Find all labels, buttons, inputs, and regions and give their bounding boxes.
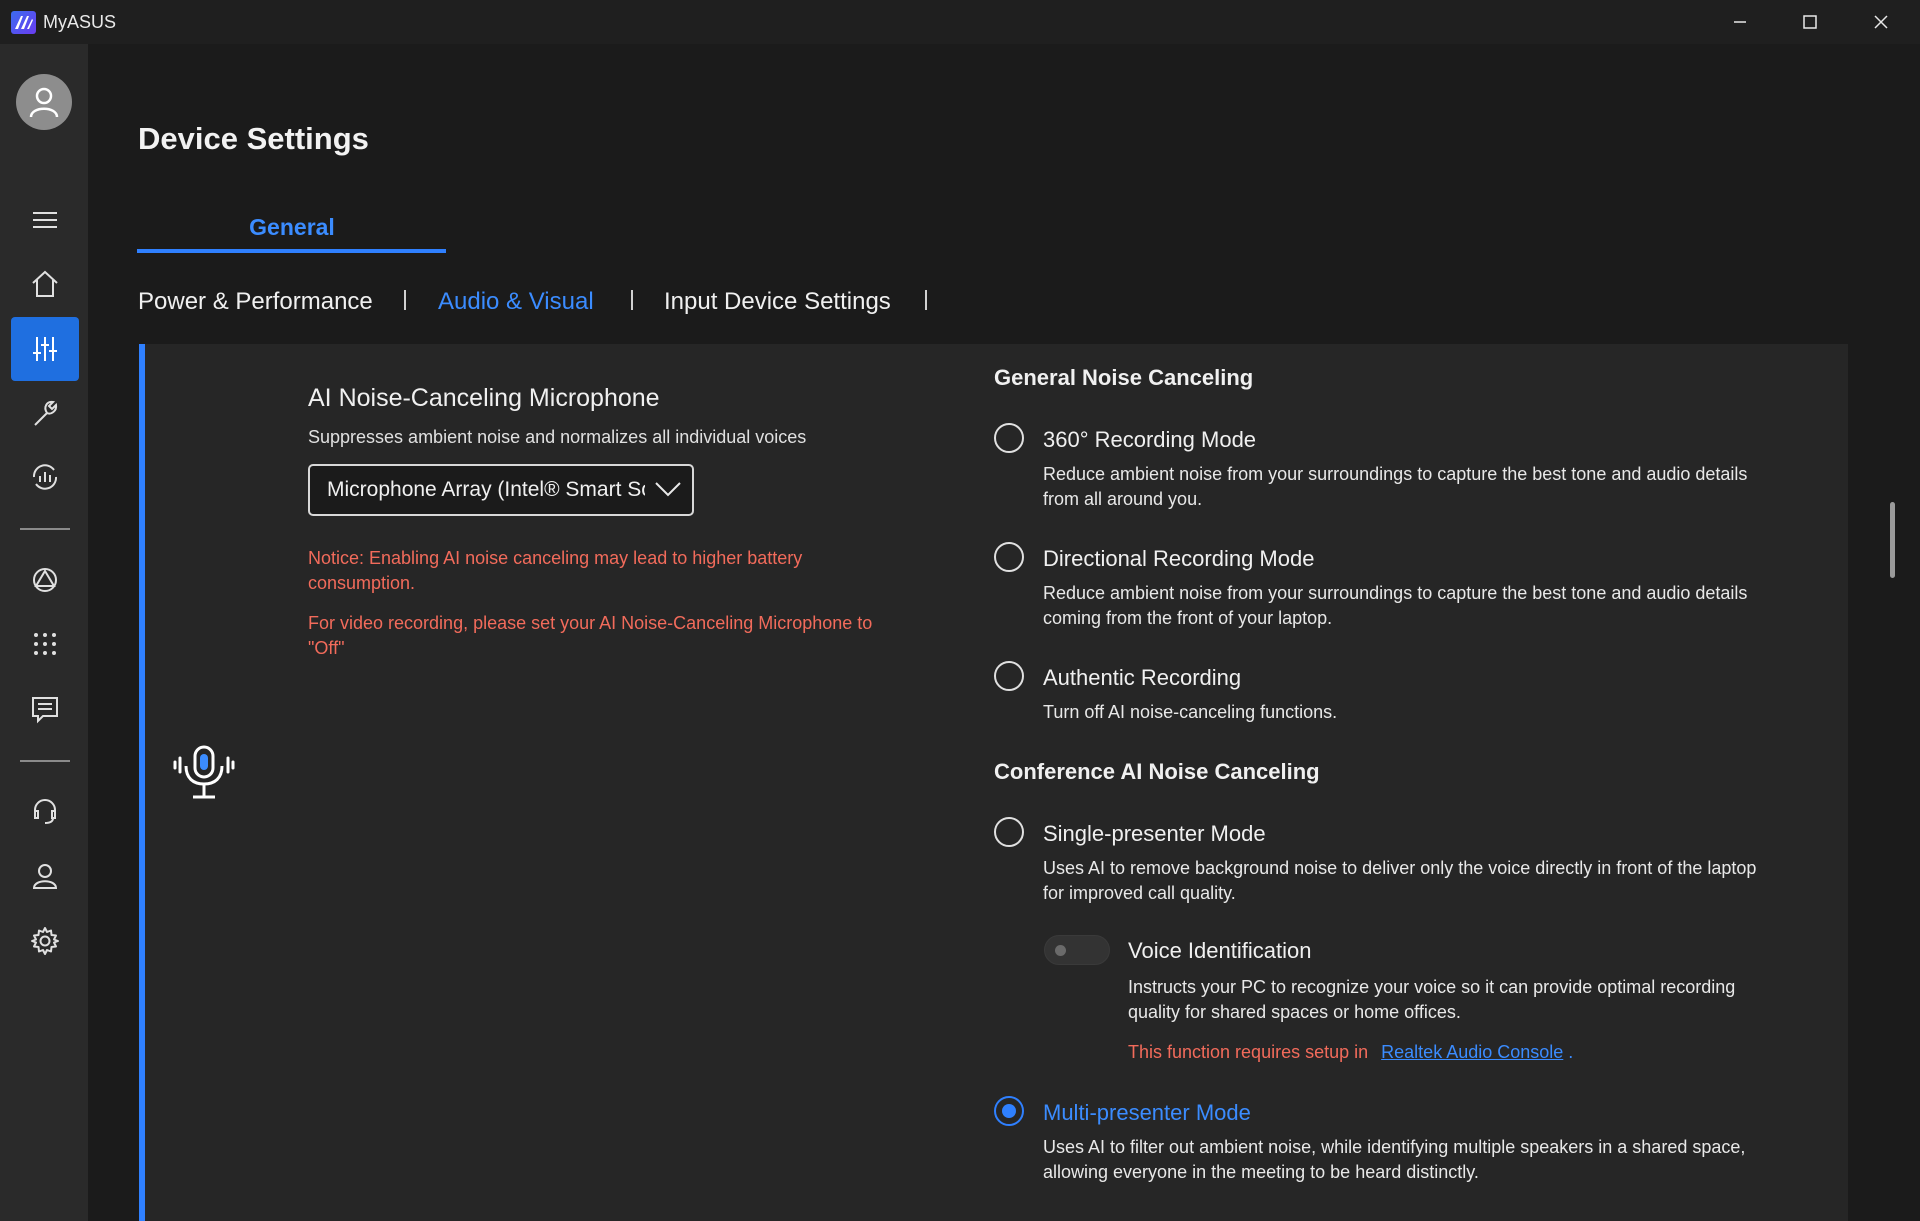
wrench-icon (34, 400, 58, 426)
sidebar-item-apps[interactable] (11, 612, 79, 676)
window-title: MyASUS (43, 12, 117, 32)
sidebar-item-diagnosis[interactable] (11, 445, 79, 509)
option-authentic-label: Authentic Recording (1043, 665, 1242, 690)
sidebar-divider (20, 760, 70, 762)
scrollbar-thumb[interactable] (1890, 502, 1895, 578)
option-directional-desc: Reduce ambient noise from your surroundi… (1043, 583, 1748, 628)
subtab-separator (631, 290, 633, 310)
setup-requirement-text: This function requires setup in (1128, 1042, 1369, 1062)
page-title: Device Settings (138, 121, 369, 156)
diagnosis-icon (32, 464, 58, 490)
link-icon (33, 568, 57, 592)
panel-accent-bar (139, 344, 145, 1221)
option-authentic-desc: Turn off AI noise-canceling functions. (1043, 702, 1338, 722)
microphone-select[interactable]: Microphone Array (Intel® Smart Sound Tec… (308, 464, 694, 516)
sidebar-item-device-settings[interactable] (11, 317, 79, 381)
conference-noise-canceling-heading: Conference AI Noise Canceling (994, 759, 1320, 784)
option-multi-presenter-desc: Uses AI to filter out ambient noise, whi… (1043, 1137, 1746, 1182)
sidebar-item-user[interactable] (11, 844, 79, 908)
myasus-logo-icon (11, 11, 36, 34)
subtab-separator (404, 290, 406, 310)
user-icon (32, 864, 58, 889)
subtab-audio-visual[interactable]: Audio & Visual (438, 288, 594, 316)
news-icon (32, 697, 58, 724)
avatar-icon (29, 87, 59, 118)
sidebar-divider (20, 528, 70, 530)
sidebar-item-link[interactable] (11, 548, 79, 612)
setup-requirement-end: . (1568, 1042, 1574, 1062)
microphone-icon (173, 742, 235, 809)
microphone-select-value: Microphone Array (Intel® Smart Sound Tec… (327, 478, 645, 501)
menu-icon (33, 212, 57, 228)
subtab-power-performance[interactable]: Power & Performance (138, 288, 373, 316)
tab-general[interactable]: General (138, 214, 446, 241)
avatar[interactable] (16, 74, 72, 130)
sidebar-item-support[interactable] (11, 779, 79, 843)
general-noise-canceling-heading: General Noise Canceling (994, 365, 1254, 390)
sidebar-item-home[interactable] (11, 252, 79, 316)
option-360-desc: Reduce ambient noise from your surroundi… (1043, 464, 1748, 509)
settings-icon (31, 927, 59, 955)
option-single-presenter-label: Single-presenter Mode (1043, 821, 1266, 846)
radio-multi-presenter[interactable] (994, 1096, 1024, 1126)
maximize-button[interactable] (1775, 0, 1845, 44)
tab-underline (137, 249, 446, 253)
chevron-down-icon (655, 482, 681, 497)
option-360-label: 360° Recording Mode (1043, 427, 1257, 452)
minimize-button[interactable] (1705, 0, 1775, 44)
sidebar-item-news[interactable] (11, 677, 79, 741)
support-icon (34, 799, 56, 824)
voice-identification-label: Voice Identification (1128, 938, 1312, 963)
feature-title: AI Noise-Canceling Microphone (308, 384, 660, 412)
home-icon (32, 270, 58, 297)
toggle-knob (1055, 945, 1066, 956)
option-single-presenter-desc: Uses AI to remove background noise to de… (1043, 858, 1757, 903)
title-bar: MyASUS (0, 0, 1920, 44)
radio-authentic-recording[interactable] (994, 661, 1024, 691)
subtab-separator (925, 290, 927, 310)
battery-notice: Notice: Enabling AI noise canceling may … (308, 548, 803, 593)
radio-360-recording[interactable] (994, 423, 1024, 453)
sliders-icon (33, 337, 57, 361)
menu-button[interactable] (11, 188, 79, 252)
apps-grid-icon (34, 633, 56, 655)
voice-identification-desc: Instructs your PC to recognize your voic… (1128, 977, 1736, 1022)
close-button[interactable] (1846, 0, 1916, 44)
radio-directional-recording[interactable] (994, 542, 1024, 572)
video-notice: For video recording, please set your AI … (308, 613, 873, 658)
option-directional-label: Directional Recording Mode (1043, 546, 1315, 571)
realtek-audio-console-link[interactable]: Realtek Audio Console (1381, 1042, 1563, 1062)
option-multi-presenter-label: Multi-presenter Mode (1043, 1100, 1251, 1125)
sidebar-item-settings[interactable] (11, 909, 79, 973)
subtab-input-device-settings[interactable]: Input Device Settings (664, 288, 891, 316)
setup-requirement: This function requires setup in Realtek … (1128, 1042, 1573, 1063)
feature-description: Suppresses ambient noise and normalizes … (308, 427, 807, 447)
radio-single-presenter[interactable] (994, 817, 1024, 847)
sidebar-item-customization[interactable] (11, 381, 79, 445)
voice-identification-toggle[interactable] (1044, 935, 1110, 965)
